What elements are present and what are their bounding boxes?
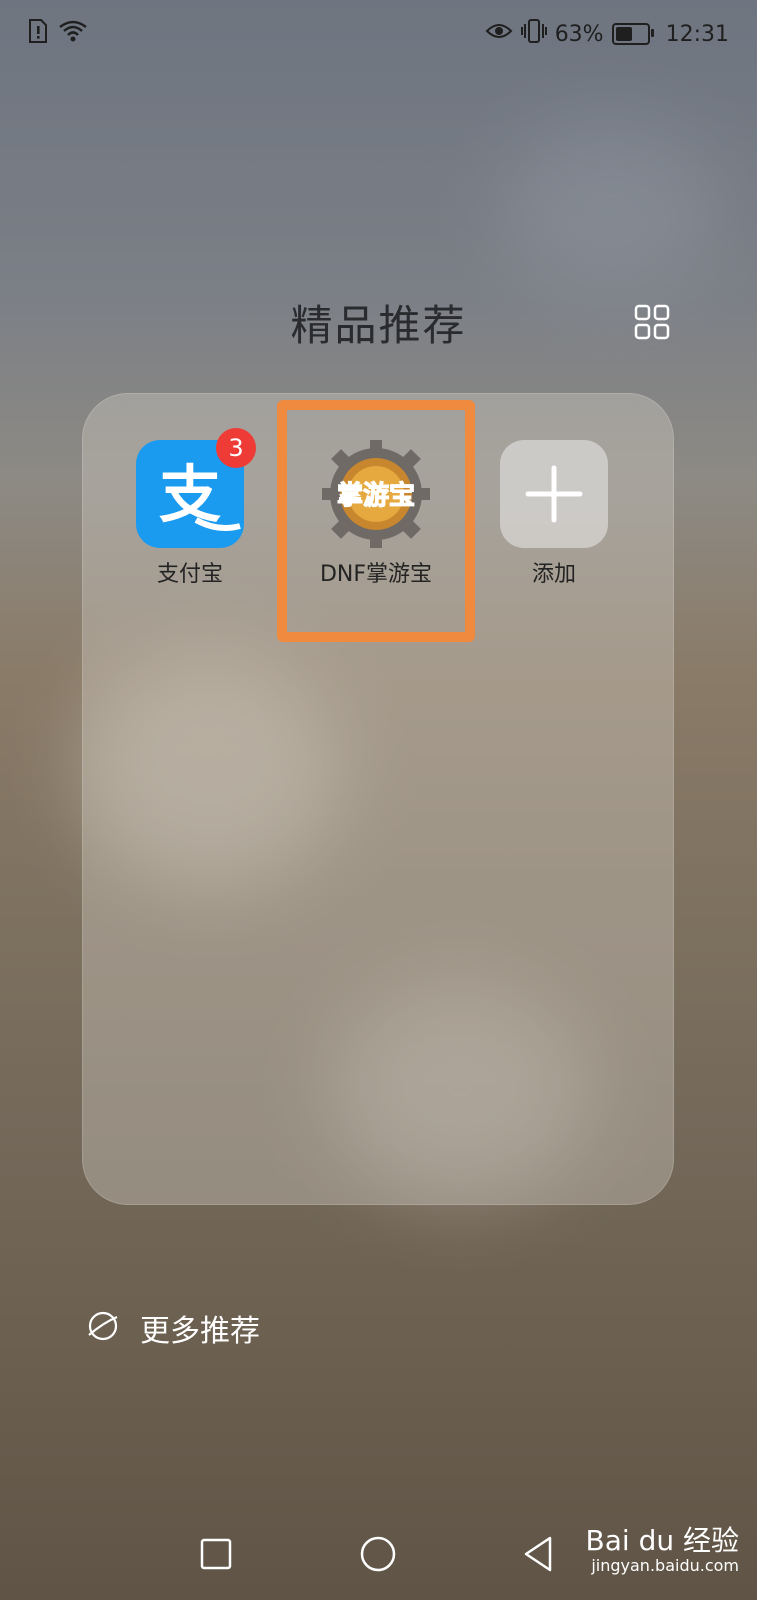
baidu-watermark: Bai du 经验 jingyan.baidu.com xyxy=(585,1524,739,1576)
more-recommendations-button[interactable]: 更多推荐 xyxy=(86,1306,260,1350)
bg-blur xyxy=(500,120,720,300)
status-bar: 63% 12:31 xyxy=(0,0,757,64)
recents-square-icon[interactable] xyxy=(200,1538,232,1574)
back-triangle-icon[interactable] xyxy=(522,1536,554,1576)
home-circle-icon[interactable] xyxy=(360,1536,396,1576)
watermark-url: jingyan.baidu.com xyxy=(591,1556,739,1576)
alipay-icon[interactable]: 支 3 xyxy=(136,428,256,548)
app-alipay[interactable]: 支 3 支付宝 xyxy=(110,428,270,588)
wifi-icon xyxy=(58,19,88,47)
more-label: 更多推荐 xyxy=(140,1314,260,1349)
notification-badge: 3 xyxy=(216,428,256,468)
sim-alert-icon xyxy=(28,18,48,48)
svg-text:支: 支 xyxy=(159,458,221,531)
app-add[interactable]: 添加 xyxy=(474,440,634,588)
vibrate-icon xyxy=(520,18,547,50)
plus-icon[interactable] xyxy=(500,440,608,548)
grid-view-icon[interactable] xyxy=(634,304,670,340)
battery-percent: 63% xyxy=(554,21,604,47)
eye-icon xyxy=(485,21,513,47)
highlight-box xyxy=(277,400,475,642)
app-label: 支付宝 xyxy=(156,562,223,587)
battery-icon xyxy=(611,23,654,45)
clock: 12:31 xyxy=(665,21,729,47)
app-label: 添加 xyxy=(531,562,576,587)
watermark-brand: Bai du 经验 xyxy=(585,1524,739,1557)
planet-icon xyxy=(86,1309,120,1347)
